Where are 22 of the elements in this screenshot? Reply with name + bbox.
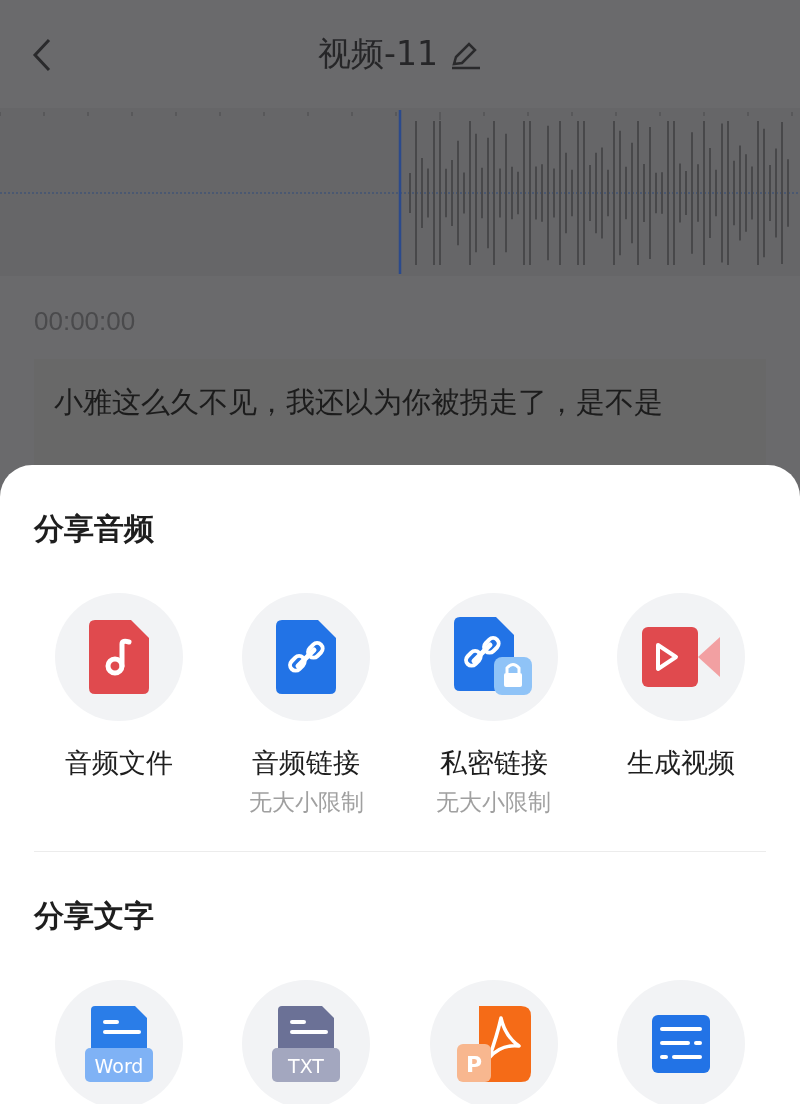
section-title: 分享音频 xyxy=(34,510,155,548)
section-title: 分享文字 xyxy=(34,897,155,935)
option-label: 私密链接 xyxy=(439,746,548,780)
option-note: 无大小限制 xyxy=(248,788,364,817)
back-icon[interactable] xyxy=(32,38,52,72)
locked-link-file-icon xyxy=(453,617,534,697)
link-file-icon xyxy=(276,620,337,694)
file-type-label: P xyxy=(465,1052,482,1077)
music-file-icon xyxy=(88,620,149,694)
share-option-button[interactable]: Word xyxy=(54,980,183,1104)
share-option-button[interactable]: TXT xyxy=(242,980,371,1104)
file-type-label: TXT xyxy=(288,1055,325,1077)
text-document-icon xyxy=(652,1015,711,1073)
share-option-button[interactable]: P xyxy=(429,980,558,1104)
transcript-text: 小雅这么久不见，我还以为你被拐走了，是不是 xyxy=(54,384,664,421)
option-note: 无大小限制 xyxy=(436,788,552,817)
option-label: 音频文件 xyxy=(64,746,173,780)
option-label: 生成视频 xyxy=(627,746,736,780)
file-type-label: Word xyxy=(94,1055,144,1077)
recording-title: 视频-11 xyxy=(318,32,438,75)
option-label: 音频链接 xyxy=(252,746,361,780)
video-camera-icon xyxy=(642,627,721,687)
